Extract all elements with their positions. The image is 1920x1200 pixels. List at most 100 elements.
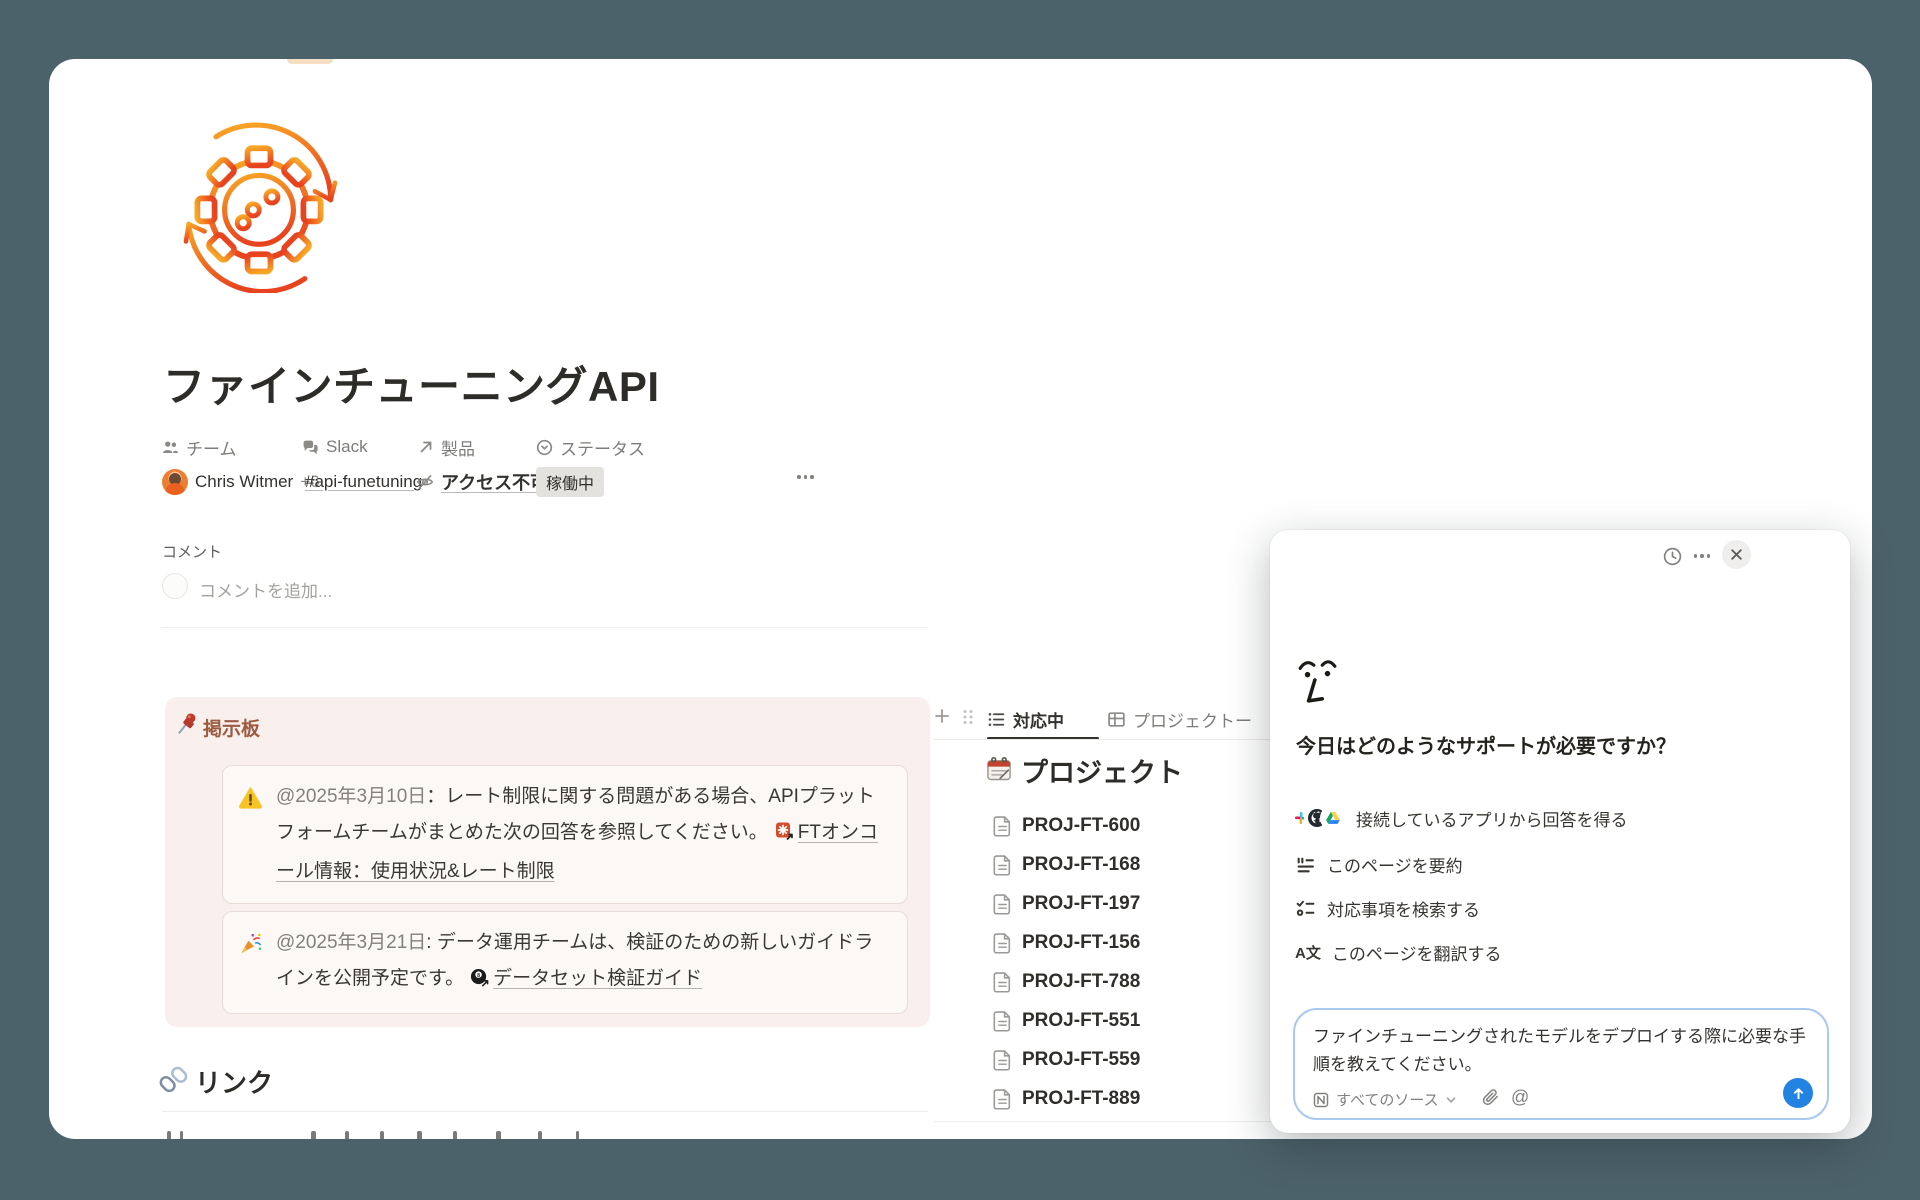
add-view-button[interactable] bbox=[933, 707, 951, 730]
document-icon bbox=[993, 971, 1012, 993]
divider bbox=[162, 1111, 928, 1112]
history-clock-icon bbox=[1662, 546, 1683, 567]
callout-rate-limit[interactable]: @2025年3月10日：レート制限に関する問題がある場合、APIプラットフォーム… bbox=[222, 765, 908, 904]
callout-text: @2025年3月21日: データ運用チームは、検証のための新しいガイドラインを公… bbox=[276, 925, 889, 1000]
panel-more-button[interactable] bbox=[1690, 544, 1714, 568]
document-icon bbox=[993, 1049, 1012, 1071]
link-chain-icon bbox=[159, 1065, 189, 1095]
red-page-mention-icon bbox=[774, 818, 794, 854]
project-row[interactable]: PROJ-FT-788 bbox=[993, 963, 1293, 1001]
project-row[interactable]: PROJ-FT-600 bbox=[993, 807, 1293, 845]
connected-apps-icons bbox=[1290, 807, 1344, 829]
property-label-text: 製品 bbox=[441, 435, 475, 460]
plus-icon bbox=[933, 707, 951, 725]
ai-option-label: このページを要約 bbox=[1327, 852, 1463, 877]
ai-option-label: 対応事項を検索する bbox=[1327, 896, 1480, 921]
gear-process-icon bbox=[173, 121, 345, 293]
comment-input[interactable]: コメントを追加... bbox=[199, 577, 332, 602]
property-label-team[interactable]: チーム bbox=[162, 435, 237, 459]
pinboard-title: 掲示板 bbox=[203, 714, 260, 741]
close-panel-button[interactable] bbox=[1722, 540, 1751, 569]
warning-icon bbox=[239, 786, 262, 809]
property-value-team[interactable]: Chris Witmer +6 bbox=[162, 467, 320, 497]
project-link[interactable]: PROJ-FT-559 bbox=[1022, 1049, 1140, 1071]
status-badge[interactable]: 稼働中 bbox=[536, 467, 604, 497]
ai-option-translate[interactable]: A文 このページを翻訳する bbox=[1295, 938, 1502, 966]
ai-assistant-panel: 今日はどのようなサポートが必要ですか？ 接続しているアプリから回答を得る このペ… bbox=[1270, 530, 1850, 1133]
document-icon bbox=[993, 1088, 1012, 1110]
property-label-text: Slack bbox=[326, 437, 368, 457]
project-row[interactable]: PROJ-FT-197 bbox=[993, 885, 1293, 923]
project-link[interactable]: PROJ-FT-551 bbox=[1022, 1010, 1140, 1032]
summarize-icon bbox=[1295, 854, 1316, 875]
arrow-up-right-icon bbox=[418, 439, 434, 455]
project-link[interactable]: PROJ-FT-168 bbox=[1022, 854, 1140, 876]
chat-bubbles-icon bbox=[302, 439, 319, 456]
callout-dataset-guide[interactable]: @2025年3月21日: データ運用チームは、検証のための新しいガイドラインを公… bbox=[222, 911, 908, 1014]
google-drive-app-icon bbox=[1322, 807, 1344, 829]
project-link[interactable]: PROJ-FT-156 bbox=[1022, 932, 1140, 954]
more-icon bbox=[1694, 554, 1711, 558]
ai-panel-heading: 今日はどのようなサポートが必要ですか？ bbox=[1296, 730, 1676, 759]
at-sign-icon: @ bbox=[1511, 1087, 1529, 1107]
ai-option-summarize[interactable]: このページを要約 bbox=[1295, 850, 1463, 878]
ai-option-label: 接続しているアプリから回答を得る bbox=[1356, 806, 1628, 831]
desktop: { "frame": { "background": "#4C626A" }, … bbox=[0, 0, 1920, 1200]
ai-prompt-text[interactable]: ファインチューニングされたモデルをデプロイする際に必要な手順を教えてください。 bbox=[1313, 1023, 1813, 1079]
ai-option-search-actions[interactable]: 対応事項を検索する bbox=[1295, 894, 1480, 922]
notion-logo-icon bbox=[1313, 1092, 1329, 1108]
project-row[interactable]: PROJ-FT-559 bbox=[993, 1041, 1293, 1079]
party-popper-icon bbox=[239, 932, 262, 955]
table-view-icon bbox=[1107, 710, 1126, 729]
project-link[interactable]: PROJ-FT-197 bbox=[1022, 893, 1140, 915]
links-section-title: リンク bbox=[195, 1063, 273, 1100]
attach-file-button[interactable] bbox=[1481, 1088, 1500, 1112]
eight-ball-mention-icon: 8 bbox=[470, 964, 489, 1000]
date-mention[interactable]: @2025年3月10日 bbox=[276, 786, 426, 807]
properties-more-button[interactable] bbox=[797, 475, 814, 479]
project-link[interactable]: PROJ-FT-889 bbox=[1022, 1088, 1140, 1110]
property-value-status[interactable]: 稼働中 bbox=[536, 467, 604, 497]
property-label-status[interactable]: ステータス bbox=[536, 435, 645, 459]
mention-button[interactable]: @ bbox=[1511, 1087, 1529, 1108]
source-selector-label: すべてのソース bbox=[1336, 1089, 1439, 1110]
project-row[interactable]: PROJ-FT-156 bbox=[993, 924, 1293, 962]
project-link[interactable]: PROJ-FT-600 bbox=[1022, 815, 1140, 837]
product-link[interactable]: アクセス不可 bbox=[441, 469, 548, 495]
ai-option-label: このページを翻訳する bbox=[1332, 940, 1502, 965]
tab-projects-table[interactable]: プロジェクトー bbox=[1107, 701, 1252, 737]
document-icon bbox=[993, 854, 1012, 876]
database-heading: プロジェクト bbox=[1021, 751, 1183, 790]
page-icon-gear[interactable] bbox=[173, 121, 345, 293]
project-row[interactable]: PROJ-FT-889 bbox=[993, 1080, 1293, 1118]
property-value-product[interactable]: アクセス不可 bbox=[416, 467, 548, 497]
property-label-product[interactable]: 製品 bbox=[418, 435, 475, 459]
history-button[interactable] bbox=[1660, 544, 1684, 568]
chevron-down-icon bbox=[1446, 1095, 1456, 1105]
date-mention[interactable]: @2025年3月21日 bbox=[276, 932, 426, 953]
project-row[interactable]: PROJ-FT-551 bbox=[993, 1002, 1293, 1040]
tab-label: 対応中 bbox=[1013, 707, 1064, 732]
document-icon bbox=[993, 893, 1012, 915]
source-selector[interactable]: すべてのソース bbox=[1313, 1089, 1456, 1110]
comment-avatar-placeholder bbox=[162, 573, 188, 599]
document-icon bbox=[993, 815, 1012, 837]
svg-text:8: 8 bbox=[477, 973, 480, 979]
project-link[interactable]: PROJ-FT-788 bbox=[1022, 971, 1140, 993]
ai-prompt-input[interactable]: ファインチューニングされたモデルをデプロイする際に必要な手順を教えてください。 … bbox=[1293, 1008, 1829, 1120]
tab-active-list[interactable]: 対応中 bbox=[987, 701, 1064, 737]
property-label-slack[interactable]: Slack bbox=[302, 435, 368, 459]
dataset-guide-link[interactable]: データセット検証ガイド bbox=[493, 968, 702, 989]
property-label-text: チーム bbox=[186, 435, 237, 460]
notion-ai-face-icon bbox=[1296, 656, 1338, 708]
tab-bar-divider bbox=[933, 739, 1313, 740]
ai-option-connected-apps[interactable]: 接続しているアプリから回答を得る bbox=[1290, 804, 1628, 832]
drag-handle[interactable] bbox=[961, 708, 975, 731]
property-value-slack[interactable]: #api-funetuning bbox=[305, 467, 422, 497]
paperclip-icon bbox=[1481, 1088, 1500, 1107]
send-button[interactable] bbox=[1783, 1078, 1813, 1108]
tab-label: プロジェクトー bbox=[1133, 707, 1252, 732]
project-row[interactable]: PROJ-FT-168 bbox=[993, 846, 1293, 884]
clipped-breadcrumb-icon bbox=[287, 59, 333, 64]
slack-channel-link[interactable]: #api-funetuning bbox=[305, 472, 422, 492]
